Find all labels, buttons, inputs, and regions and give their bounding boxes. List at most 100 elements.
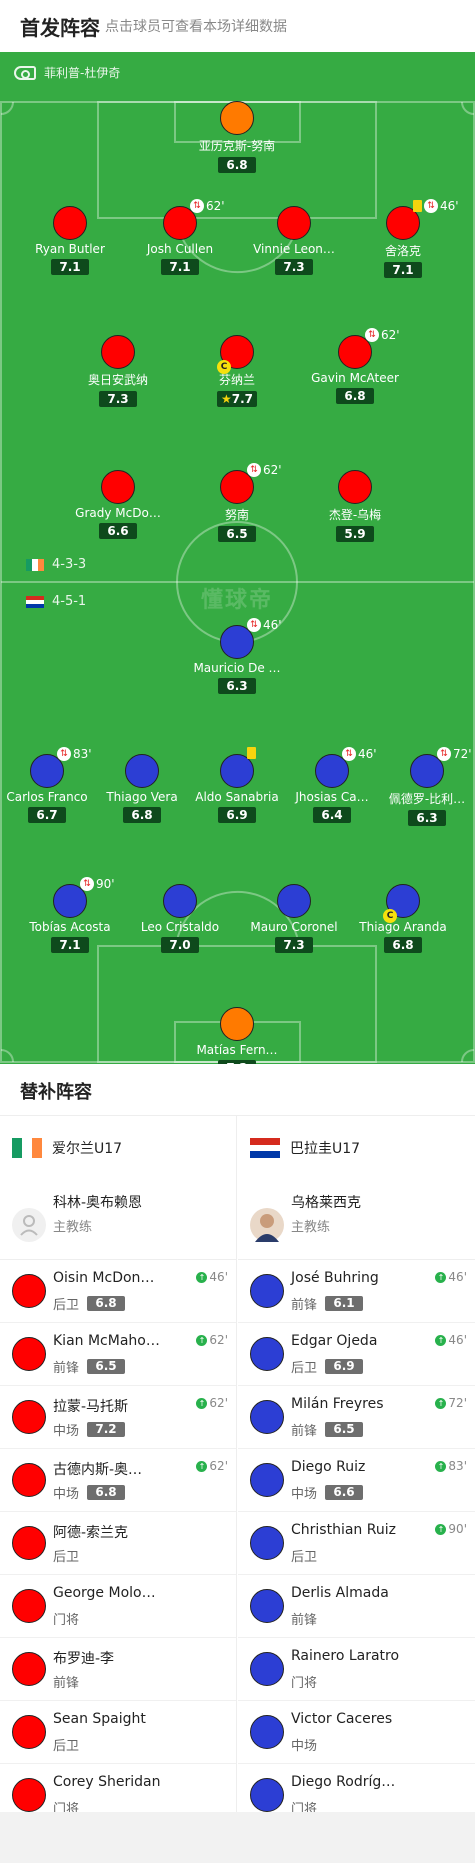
sub-info: 中场 7.2 [53, 1420, 126, 1439]
sub-name: José Buhring [291, 1270, 379, 1286]
away-player[interactable]: Matías Fern…7.2 [182, 1007, 292, 1064]
player-events [247, 747, 256, 759]
rating-value: 5.9 [344, 527, 366, 541]
sub-position: 前锋 [291, 1613, 318, 1628]
home-player[interactable]: ⇅ 62' Gavin McAteer 6.8 [300, 328, 410, 404]
player-marker [53, 206, 87, 240]
sub-position: 后卫 [53, 1739, 80, 1754]
away-coach[interactable]: 乌格莱西克 主教练 [238, 1180, 475, 1260]
sub-rating: 6.8 [87, 1296, 126, 1311]
player-marker [338, 470, 372, 504]
paraguay-flag-icon [250, 1138, 280, 1159]
home-player[interactable]: Grady McDo… 6.6 [63, 470, 173, 539]
away-player[interactable]: ⇅ 72' 佩德罗-比利… 6.3 [372, 747, 475, 826]
sub-off-icon: ⇅ [247, 463, 261, 477]
sub-row[interactable]: Christhian Ruiz 后卫 ↑ 90' [238, 1512, 475, 1575]
player-marker [12, 1463, 46, 1497]
coach-name: 科林-奥布赖恩 [53, 1195, 143, 1211]
away-player[interactable]: ⇅ 46' Jhosias Ca… 6.4 [277, 747, 387, 823]
sub-row[interactable]: 布罗迪-李 前锋 [0, 1638, 236, 1701]
sub-row[interactable]: Diego Ruiz 中场 6.6 ↑ 83' [238, 1449, 475, 1512]
player-rating: 7.3 [275, 937, 313, 953]
sub-row[interactable]: 拉蒙-马托斯 中场 7.2 ↑ 62' [0, 1386, 236, 1449]
rating-value: 7.3 [283, 938, 305, 952]
sub-off-icon: ⇅ [247, 618, 261, 632]
player-marker [250, 1526, 284, 1560]
sub-row[interactable]: Edgar Ojeda 后卫 6.9 ↑ 46' [238, 1323, 475, 1386]
away-player[interactable]: ⇅ 90' Tobías Acosta 7.1 [15, 877, 125, 953]
sub-rating: 6.9 [325, 1359, 364, 1374]
sub-row[interactable]: Sean Spaight 后卫 [0, 1701, 236, 1764]
sub-name: George Molo… [53, 1585, 156, 1601]
sub-on-icon: ↑ [196, 1397, 208, 1409]
sub-info: 前锋 6.5 [291, 1420, 364, 1439]
sub-row[interactable]: Derlis Almada 前锋 [238, 1575, 475, 1638]
sub-row[interactable]: Milán Freyres 前锋 6.5 ↑ 72' [238, 1386, 475, 1449]
sub-info: 后卫 6.9 [291, 1357, 364, 1376]
sub-row[interactable]: José Buhring 前锋 6.1 ↑ 46' [238, 1260, 475, 1323]
away-player[interactable]: ⇅ 46' Mauricio De … 6.3 [182, 618, 292, 694]
home-player[interactable]: C 芬纳兰 ★7.7 [182, 335, 292, 407]
sub-on: ↑ 90' [435, 1522, 467, 1536]
away-formation: 4-5-1 [26, 594, 86, 609]
home-player[interactable]: Vinnie Leon… 7.3 [239, 206, 349, 275]
sub-row[interactable]: Rainero Laratro 门将 [238, 1638, 475, 1701]
sub-info: 前锋 [291, 1609, 317, 1628]
away-player[interactable]: Thiago Vera 6.8 [87, 754, 197, 823]
sub-on: ↑ 62' [196, 1396, 228, 1410]
player-marker [163, 884, 197, 918]
away-team: 巴拉圭U17 [238, 1116, 475, 1180]
player-rating: 6.8 [384, 937, 422, 953]
home-player[interactable]: ⇅ 62' Josh Cullen 7.1 [125, 199, 235, 275]
rating-value: 7.1 [59, 260, 81, 274]
rating-value: 6.5 [226, 527, 248, 541]
home-player[interactable]: ⇅ 46' 舍洛克 7.1 [348, 199, 459, 278]
sub-row[interactable]: 古德内斯-奥… 中场 6.8 ↑ 62' [0, 1449, 236, 1512]
sub-on-minute: 72' [448, 1396, 467, 1410]
sub-row[interactable]: 阿德-索兰克 后卫 [0, 1512, 236, 1575]
coach-name: 乌格莱西克 [291, 1195, 361, 1211]
home-player[interactable]: 奥日安武纳 7.3 [63, 335, 173, 407]
home-player[interactable]: 杰登-乌梅 5.9 [300, 470, 410, 542]
player-events: ⇅ 62' [247, 463, 282, 477]
sub-position: 门将 [53, 1613, 80, 1628]
player-marker [250, 1400, 284, 1434]
sub-minute: 62' [381, 328, 400, 342]
sub-position: 中场 [291, 1739, 318, 1754]
player-marker [12, 1274, 46, 1308]
sub-minute: 62' [263, 463, 282, 477]
sub-row[interactable]: Victor Caceres 中场 [238, 1701, 475, 1764]
player-rating: 6.3 [408, 810, 446, 826]
sub-row[interactable]: George Molo… 门将 [0, 1575, 236, 1638]
sub-on-icon: ↑ [196, 1271, 208, 1283]
home-team: 爱尔兰U17 [0, 1116, 236, 1180]
sub-minute: 72' [453, 747, 472, 761]
coach-role: 主教练 [291, 1220, 331, 1235]
away-player[interactable]: Leo Cristaldo 7.0 [125, 884, 235, 953]
rating-value: 6.8 [131, 808, 153, 822]
sub-on: ↑ 46' [435, 1333, 467, 1347]
sub-name: Diego Ruiz [291, 1459, 366, 1475]
player-marker: ⇅ 62' [163, 199, 225, 240]
sub-info: 后卫 [291, 1546, 317, 1565]
player-marker: ⇅ 62' [220, 463, 282, 504]
home-coach[interactable]: 科林-奥布赖恩 主教练 [0, 1180, 236, 1260]
away-player[interactable]: Aldo Sanabria 6.9 [182, 747, 292, 823]
star-icon: ★ [220, 392, 232, 406]
sub-row[interactable]: Kian McMaho… 前锋 6.5 ↑ 62' [0, 1323, 236, 1386]
player-name: Mauro Coronel [250, 920, 338, 934]
away-player[interactable]: Mauro Coronel 7.3 [239, 884, 349, 953]
home-player[interactable]: 亚历克斯-努南 6.8 [182, 101, 292, 173]
player-name: Thiago Vera [106, 790, 178, 804]
sub-name: Derlis Almada [291, 1585, 389, 1601]
rating-value: 7.1 [392, 263, 414, 277]
player-marker [250, 1337, 284, 1371]
sub-row[interactable]: Oisin McDon… 后卫 6.8 ↑ 46' [0, 1260, 236, 1323]
home-player[interactable]: Ryan Butler 7.1 [15, 206, 125, 275]
home-player[interactable]: ⇅ 62' 努南 6.5 [182, 463, 292, 542]
player-rating: 7.3 [99, 391, 137, 407]
player-events: ⇅ 90' [80, 877, 115, 891]
away-player[interactable]: C Thiago Aranda 6.8 [348, 884, 458, 953]
sub-info: 前锋 [53, 1672, 79, 1691]
sub-name: 古德内斯-奥… [53, 1462, 143, 1478]
